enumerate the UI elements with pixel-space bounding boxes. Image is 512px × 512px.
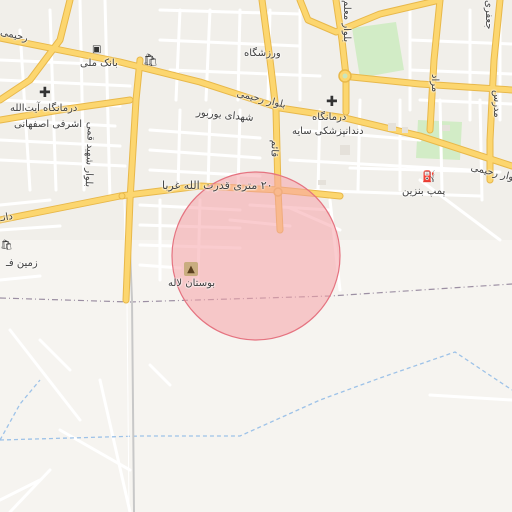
search-radius-circle [171,171,341,341]
shopping-bag-icon[interactable]: 🛍 [0,240,13,252]
label-varzeshgah: ورزشگاه [244,48,281,59]
label-pomp-benzin: پمپ بنزین [402,186,446,197]
label-madras: مدرس [491,90,502,118]
label-zamin-fa: زمین فـ [6,258,38,269]
label-ashrafi-esfahani: اشرفی اصفهانی [14,119,83,130]
label-darmangah-ayatollah: درمانگاه آیت‌الله [10,103,78,114]
fuel-pump-icon[interactable]: ⛽ [422,171,436,183]
label-darmangah: درمانگاه [312,112,347,123]
label-jafari: جعفری [483,0,494,30]
label-road-20m: ۲۰ متری قدرت الله غربا [162,179,273,192]
label-ghaem: قائم [268,139,280,158]
map-canvas[interactable]: ▣ 🛍 ✚ ✚ ⛽ ▲ 🛍 ورزشگاه بانک ملی بلوار رحی… [0,0,512,512]
label-dan: دانـ [0,210,14,225]
bank-icon[interactable]: ▣ [92,44,101,56]
label-boulevard-moallem: بلوار معلم [341,0,352,43]
label-morad: مراد [429,74,440,93]
label-bostan-laleh: بوستان لاله [168,278,216,289]
label-dandanpezeshki-saye: دندانپزشکی سایه [292,126,364,137]
label-boulevard-shahid-ghomi: بلوار شهید قمی [82,121,96,188]
tree-icon[interactable]: ▲ [184,262,198,276]
cross-icon[interactable]: ✚ [326,95,338,109]
cross-icon[interactable]: ✚ [39,86,51,100]
park-area [352,22,404,78]
label-bank-melli: بانک ملی [80,58,118,69]
shopping-bag-icon[interactable]: 🛍 [143,54,158,66]
